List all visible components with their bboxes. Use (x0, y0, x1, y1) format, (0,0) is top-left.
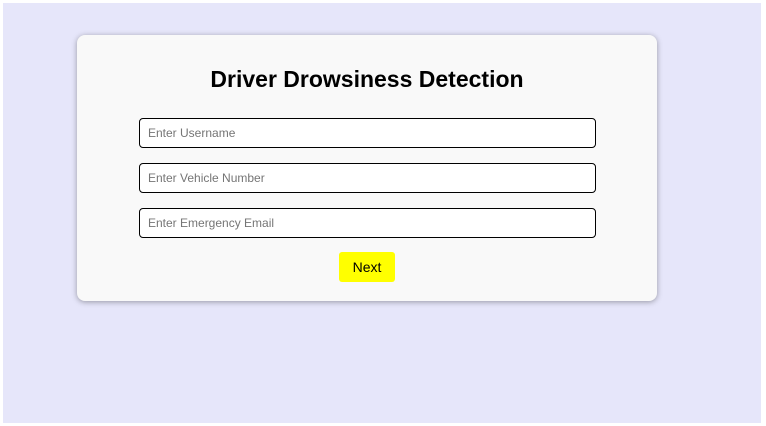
page-title: Driver Drowsiness Detection (210, 66, 524, 92)
emergency-email-input[interactable] (139, 208, 596, 238)
next-button[interactable]: Next (339, 252, 395, 282)
username-input[interactable] (139, 118, 596, 148)
page-background: Driver Drowsiness Detection Next (3, 3, 761, 423)
registration-card: Driver Drowsiness Detection Next (77, 35, 657, 301)
vehicle-number-input[interactable] (139, 163, 596, 193)
